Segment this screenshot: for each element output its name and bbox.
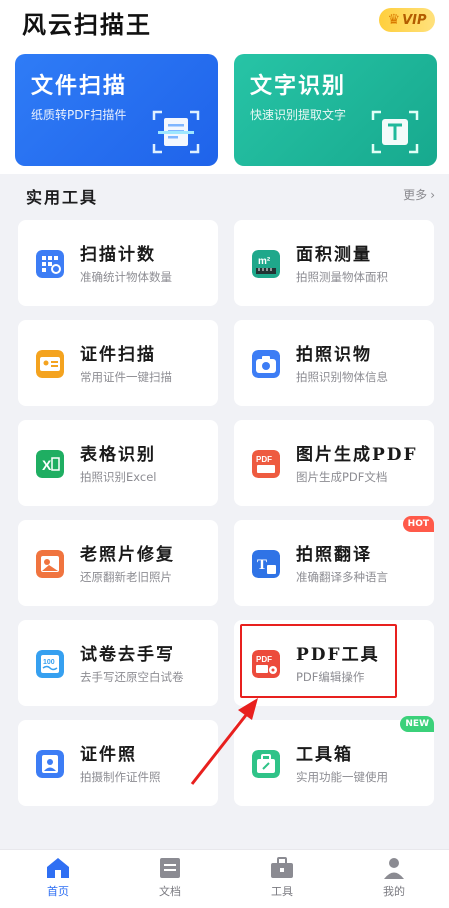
app-title: 风云扫描王 [22, 10, 152, 39]
tool-name: 试卷去手写 [80, 645, 175, 665]
tab-label: 首页 [47, 885, 69, 898]
svg-text:T: T [257, 557, 267, 573]
tool-card-id-scan[interactable]: 证件扫描 常用证件一键扫描 [18, 320, 218, 406]
tool-desc: 拍照识别物体信息 [296, 370, 388, 384]
tool-card-image-to-pdf[interactable]: PDF 图片生成PDF 图片生成PDF文档 [234, 420, 434, 506]
new-tag: NEW [400, 716, 434, 732]
top-bar: 风云扫描王 ♛ VIP [0, 0, 449, 44]
tool-desc: 实用功能一键使用 [296, 770, 388, 784]
toolbox-tab-icon [271, 857, 293, 878]
tab-label: 我的 [383, 885, 405, 898]
svg-text:X: X [42, 457, 52, 473]
more-link[interactable]: 更多 › [403, 186, 435, 203]
tool-card-photo-translate[interactable]: HOT T 拍照翻译 准确翻译多种语言 [234, 516, 434, 606]
tool-name: 证件扫描 [80, 345, 156, 365]
tool-card-object-recognition[interactable]: 拍照识物 拍照识别物体信息 [234, 320, 434, 406]
grid-count-icon [36, 250, 64, 278]
tool-name: 工具箱 [296, 745, 353, 765]
vip-badge[interactable]: ♛ VIP [379, 8, 435, 32]
photo-restore-icon [36, 550, 64, 578]
tool-name: 图片生成PDF [296, 445, 418, 465]
tab-tools[interactable]: 工具 [252, 856, 312, 899]
tool-name: 表格识别 [80, 445, 156, 465]
more-label: 更多 [403, 188, 428, 202]
file-scan-title: 文件扫描 [31, 73, 128, 99]
tool-desc: 准确统计物体数量 [80, 270, 172, 284]
svg-text:m²: m² [258, 256, 271, 267]
tab-documents[interactable]: 文档 [140, 856, 200, 899]
tool-name: 证件照 [80, 745, 137, 765]
tab-home[interactable]: 首页 [28, 856, 88, 899]
tool-name: 拍照翻译 [296, 545, 372, 565]
profile-icon [384, 858, 404, 879]
tool-card-scan-count[interactable]: 扫描计数 准确统计物体数量 [18, 220, 218, 306]
tool-name: 拍照识物 [296, 345, 372, 365]
document-icon [160, 858, 180, 878]
tool-desc: 常用证件一键扫描 [80, 370, 172, 384]
tool-name: 老照片修复 [80, 545, 175, 565]
tool-desc: 准确翻译多种语言 [296, 570, 388, 584]
pdf-image-icon: PDF [252, 450, 280, 478]
tool-desc: 拍照测量物体面积 [296, 270, 388, 284]
tool-card-area-measure[interactable]: m² 面积测量 拍照测量物体面积 [234, 220, 434, 306]
home-icon [47, 858, 69, 878]
tab-profile[interactable]: 我的 [364, 856, 424, 899]
id-card-icon [36, 350, 64, 378]
document-scan-icon [152, 110, 200, 154]
hot-tag: HOT [402, 516, 434, 532]
crown-icon: ♛ [387, 12, 401, 28]
id-photo-icon [36, 750, 64, 778]
tool-name: 面积测量 [296, 245, 372, 265]
section-title: 实用工具 [26, 188, 99, 207]
vip-label: VIP [402, 12, 427, 28]
text-recognition-card[interactable]: 文字识别 快速识别提取文字 [234, 54, 437, 166]
tool-desc: 去手写还原空白试卷 [80, 670, 184, 684]
svg-text:PDF: PDF [256, 455, 272, 464]
tool-desc: 图片生成PDF文档 [296, 470, 388, 484]
bottom-tab-bar: 首页 文档 工具 我的 [0, 849, 449, 908]
text-recognition-title: 文字识别 [250, 73, 347, 99]
file-scan-subtitle: 纸质转PDF扫描件 [31, 108, 127, 122]
chevron-right-icon: › [430, 188, 435, 202]
tool-card-photo-restore[interactable]: 老照片修复 还原翻新老旧照片 [18, 520, 218, 606]
svg-text:100: 100 [43, 659, 55, 666]
tool-desc: 拍照识别Excel [80, 470, 157, 484]
exam-paper-icon: 100 [36, 650, 64, 678]
tools-section-header: 实用工具 更多 › [0, 176, 449, 212]
area-measure-icon: m² [252, 250, 280, 278]
translate-icon: T [252, 550, 280, 578]
text-ocr-icon [371, 110, 419, 154]
tab-label: 文档 [159, 885, 181, 898]
tab-label: 工具 [271, 885, 293, 898]
text-recognition-subtitle: 快速识别提取文字 [250, 108, 347, 122]
camera-icon [252, 350, 280, 378]
tool-desc: 还原翻新老旧照片 [80, 570, 172, 584]
tool-desc: 拍摄制作证件照 [80, 770, 161, 784]
file-scan-card[interactable]: 文件扫描 纸质转PDF扫描件 [15, 54, 218, 166]
tool-card-table-recognition[interactable]: X 表格识别 拍照识别Excel [18, 420, 218, 506]
annotation-arrow-icon [190, 698, 258, 785]
excel-icon: X [36, 450, 64, 478]
tool-name: 扫描计数 [80, 245, 156, 265]
